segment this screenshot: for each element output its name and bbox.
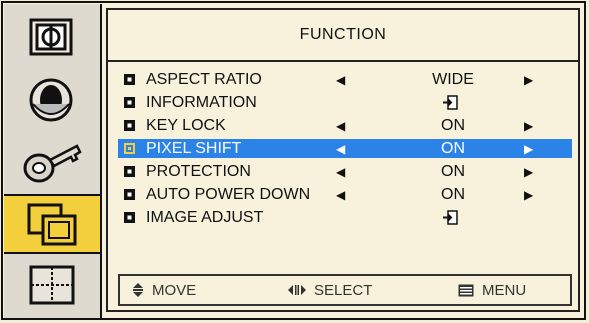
row-label: AUTO POWER DOWN [146, 185, 311, 203]
row-value: ON [441, 116, 465, 134]
menu-row-auto-power-down[interactable]: AUTO POWER DOWN ◀ ON ▶ [118, 185, 572, 204]
row-label: PIXEL SHIFT [146, 139, 242, 157]
footer-select: SELECT [288, 282, 372, 299]
menu-row-key-lock[interactable]: KEY LOCK ◀ ON ▶ [118, 116, 572, 135]
menu-row-pixel-shift[interactable]: PIXEL SHIFT ◀ ON ▶ [118, 139, 572, 158]
menu-icon [458, 284, 474, 296]
arrow-left-icon[interactable]: ◀ [336, 119, 345, 133]
function-icon [27, 203, 77, 246]
footer-hints: MOVE SELECT MENU [118, 274, 572, 306]
title-divider [108, 60, 578, 62]
enter-icon[interactable] [442, 95, 458, 110]
row-value: WIDE [432, 70, 474, 88]
speaker-icon [29, 78, 73, 122]
arrow-left-icon[interactable]: ◀ [336, 73, 345, 87]
bullet-icon [124, 97, 135, 108]
footer-select-label: SELECT [314, 281, 373, 299]
left-right-arrow-icon [288, 285, 306, 295]
arrow-left-icon[interactable]: ◀ [336, 142, 345, 156]
arrow-right-icon[interactable]: ▶ [524, 119, 533, 133]
row-value: ON [441, 139, 465, 157]
menu-row-image-adjust[interactable]: IMAGE ADJUST [118, 208, 572, 227]
row-label: IMAGE ADJUST [146, 208, 264, 226]
sidebar-item-window[interactable] [4, 256, 100, 316]
bullet-icon [124, 189, 135, 200]
window-icon [29, 265, 75, 305]
menu-row-protection[interactable]: PROTECTION ◀ ON ▶ [118, 162, 572, 181]
arrow-left-icon[interactable]: ◀ [336, 165, 345, 179]
arrow-right-icon[interactable]: ▶ [524, 188, 533, 202]
row-value: ON [441, 162, 465, 180]
row-label: PROTECTION [146, 162, 251, 180]
arrow-right-icon[interactable]: ▶ [524, 73, 533, 87]
panel-title: FUNCTION [299, 26, 387, 43]
picture-icon [29, 18, 73, 56]
row-label: KEY LOCK [146, 116, 226, 134]
row-label: ASPECT RATIO [146, 70, 262, 88]
function-panel: FUNCTION ASPECT RATIO ◀ WIDE ▶ INFORMATI… [106, 8, 580, 312]
sidebar-item-key[interactable] [4, 132, 100, 192]
enter-icon[interactable] [442, 210, 458, 225]
sidebar-item-picture[interactable] [4, 8, 100, 68]
sidebar-item-function[interactable] [4, 194, 100, 254]
key-icon [23, 144, 82, 183]
bullet-icon [124, 212, 135, 223]
sidebar-item-sound[interactable] [4, 70, 100, 130]
bullet-icon [124, 166, 135, 177]
row-value: ON [441, 185, 465, 203]
row-label: INFORMATION [146, 93, 257, 111]
menu-row-information[interactable]: INFORMATION [118, 93, 572, 112]
footer-move: MOVE [132, 282, 196, 299]
bullet-icon [124, 120, 135, 131]
footer-move-label: MOVE [152, 281, 197, 299]
sidebar [4, 4, 102, 318]
arrow-right-icon[interactable]: ▶ [524, 165, 533, 179]
menu-row-aspect-ratio[interactable]: ASPECT RATIO ◀ WIDE ▶ [118, 70, 572, 89]
up-down-arrow-icon [133, 283, 143, 297]
footer-menu: MENU [458, 282, 526, 299]
bullet-icon [124, 143, 135, 154]
arrow-right-icon[interactable]: ▶ [524, 142, 533, 156]
bullet-icon [124, 74, 135, 85]
footer-menu-label: MENU [482, 281, 527, 299]
arrow-left-icon[interactable]: ◀ [336, 188, 345, 202]
